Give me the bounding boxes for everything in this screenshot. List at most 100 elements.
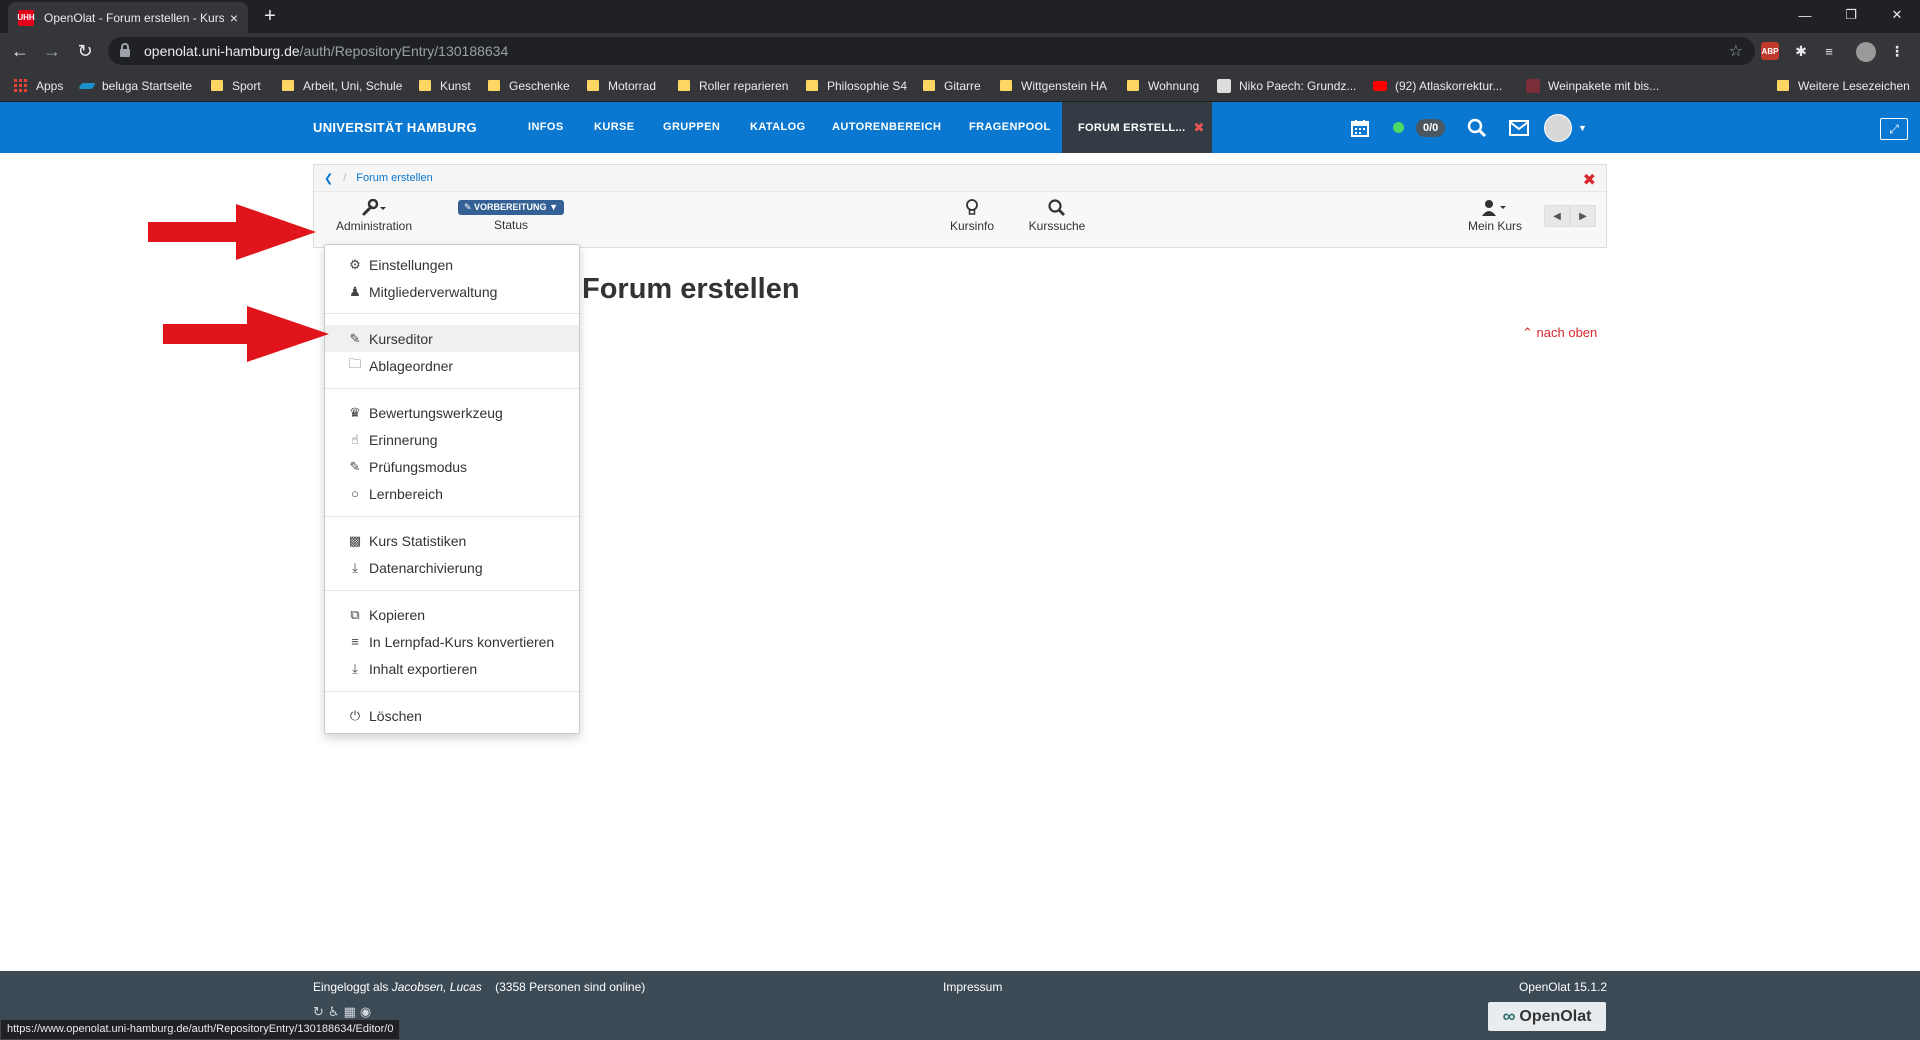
menu-divider: [325, 590, 579, 591]
bookmark-gitarre[interactable]: Gitarre: [923, 69, 981, 102]
close-course-icon[interactable]: ✖: [1583, 170, 1596, 190]
tab-forum-erstellen[interactable]: FORUM ERSTELL... ✖: [1062, 102, 1212, 153]
browser-toolbar: ← → ↻ openolat.uni-hamburg.de /auth/Repo…: [0, 33, 1920, 69]
bookmark-roller[interactable]: Roller reparieren: [678, 69, 788, 102]
menu-item-label: Kopieren: [369, 606, 426, 623]
fullscreen-icon[interactable]: ⤢: [1880, 118, 1908, 140]
menu-item-einstellungen[interactable]: ⚙ Einstellungen: [325, 251, 579, 278]
media-queue-icon[interactable]: ≡: [1820, 42, 1838, 60]
chat-counter[interactable]: 0/0: [1416, 102, 1446, 153]
browser-tab[interactable]: UHH OpenOlat - Forum erstellen - Kurs ×: [8, 2, 248, 33]
adblock-icon[interactable]: ABP: [1761, 42, 1779, 60]
menu-item-loeschen[interactable]: ⏻ Löschen: [325, 702, 579, 729]
bookmark-philosophie[interactable]: Philosophie S4: [806, 69, 907, 102]
bookmark-niko-paech[interactable]: Niko Paech: Grundz...: [1217, 69, 1356, 102]
bookmark-wohnung[interactable]: Wohnung: [1127, 69, 1199, 102]
menu-item-ablageordner[interactable]: 🗀 Ablageordner: [325, 352, 579, 379]
breadcrumb: ❮ / Forum erstellen ✖: [314, 165, 1606, 192]
kursinfo-label: Kursinfo: [949, 219, 995, 233]
previous-icon[interactable]: ◀: [1544, 205, 1570, 227]
close-tab-icon[interactable]: ✖: [1193, 120, 1204, 136]
impressum-link[interactable]: Impressum: [943, 980, 1002, 994]
menu-item-kurs-statistiken[interactable]: ▩ Kurs Statistiken: [325, 527, 579, 554]
nav-gruppen[interactable]: GRUPPEN: [663, 102, 720, 153]
chevron-up-icon: ⌃: [1522, 325, 1533, 340]
bookmark-atlaskorrektur[interactable]: (92) Atlaskorrektur...: [1373, 69, 1502, 102]
restore-icon[interactable]: ❐: [1828, 0, 1874, 30]
nav-fragenpool[interactable]: FRAGENPOOL: [969, 102, 1051, 153]
forward-icon[interactable]: →: [40, 39, 64, 63]
menu-item-inhalt-exportieren[interactable]: ⤓ Inhalt exportieren: [325, 655, 579, 682]
next-icon[interactable]: ▶: [1570, 205, 1596, 227]
menu-item-bewertungswerkzeug[interactable]: ♛ Bewertungswerkzeug: [325, 399, 579, 426]
folder-icon: [678, 80, 690, 91]
menu-item-mitgliederverwaltung[interactable]: ♟ Mitgliederverwaltung: [325, 278, 579, 305]
user-name[interactable]: Jacobsen, Lucas: [392, 980, 482, 994]
qr-icon[interactable]: ▦: [344, 1004, 360, 1019]
menu-item-datenarchivierung[interactable]: ⤓ Datenarchivierung: [325, 554, 579, 581]
to-top-link[interactable]: ⌃ nach oben: [1522, 325, 1597, 341]
nav-kurse[interactable]: KURSE: [594, 102, 635, 153]
menu-item-pruefungsmodus[interactable]: ✎ Prüfungsmodus: [325, 453, 579, 480]
accessibility-icon[interactable]: ♿: [328, 1004, 344, 1019]
profile-avatar-icon[interactable]: [1856, 42, 1876, 62]
back-icon[interactable]: ←: [8, 39, 32, 63]
search-icon[interactable]: [1467, 102, 1487, 153]
online-count[interactable]: (3358 Personen sind online): [495, 980, 645, 994]
bookmark-apps[interactable]: Apps: [14, 69, 63, 102]
mein-kurs-button[interactable]: Mein Kurs: [1460, 197, 1530, 233]
bookmark-weinpakete[interactable]: Weinpakete mit bis...: [1526, 69, 1659, 102]
kurssuche-button[interactable]: Kurssuche: [1019, 197, 1095, 233]
wrench-icon: [361, 197, 387, 219]
bookmark-arbeit[interactable]: Arbeit, Uni, Schule: [282, 69, 402, 102]
bookmark-wittgenstein[interactable]: Wittgenstein HA: [1000, 69, 1107, 102]
menu-item-kurseditor[interactable]: ✎ Kurseditor: [325, 325, 579, 352]
bookmark-weitere[interactable]: Weitere Lesezeichen: [1777, 69, 1910, 102]
folder-icon: [211, 80, 223, 91]
openolat-logo[interactable]: ∞ OpenOlat: [1488, 1002, 1606, 1031]
bookmarks-bar: Apps beluga Startseite Sport Arbeit, Uni…: [0, 69, 1920, 102]
address-bar[interactable]: openolat.uni-hamburg.de /auth/Repository…: [108, 37, 1755, 65]
bookmark-motorrad[interactable]: Motorrad: [587, 69, 656, 102]
minimize-icon[interactable]: —: [1782, 0, 1828, 30]
breadcrumb-course-link[interactable]: Forum erstellen: [356, 172, 432, 184]
bookmark-beluga[interactable]: beluga Startseite: [78, 69, 192, 102]
annotation-arrow-icon: [148, 204, 316, 260]
tab-close-icon[interactable]: ×: [230, 10, 238, 26]
menu-item-label: Mitgliederverwaltung: [369, 283, 498, 300]
kursinfo-button[interactable]: Kursinfo: [942, 197, 1002, 233]
menu-item-lernpfad-konvertieren[interactable]: ≡ In Lernpfad-Kurs konvertieren: [325, 628, 579, 655]
window-close-icon[interactable]: ✕: [1874, 0, 1920, 30]
back-chevron-icon[interactable]: ❮: [324, 172, 333, 185]
bookmark-star-icon[interactable]: ☆: [1729, 41, 1743, 61]
brand-logo[interactable]: UNIVERSITÄT HAMBURG: [313, 102, 477, 153]
menu-item-kopieren[interactable]: ⧉ Kopieren: [325, 601, 579, 628]
bookmark-geschenke[interactable]: Geschenke: [488, 69, 570, 102]
bookmark-kunst[interactable]: Kunst: [419, 69, 471, 102]
bookmark-label: Arbeit, Uni, Schule: [303, 78, 403, 93]
menu-item-lernbereich[interactable]: ○ Lernbereich: [325, 480, 579, 507]
reload-icon[interactable]: ↻: [73, 39, 97, 63]
bookmark-label: Weitere Lesezeichen: [1798, 78, 1910, 93]
new-tab-icon[interactable]: +: [258, 4, 282, 28]
user-avatar[interactable]: ▼: [1544, 102, 1587, 153]
browser-menu-icon[interactable]: ⋮: [1888, 42, 1906, 60]
help-icon[interactable]: ◉: [360, 1004, 375, 1019]
chevron-down-icon: ▼: [1578, 122, 1587, 133]
nav-katalog[interactable]: KATALOG: [750, 102, 806, 153]
online-status-icon[interactable]: [1393, 102, 1404, 153]
bookmark-sport[interactable]: Sport: [211, 69, 261, 102]
hand-pointer-icon: ☝: [351, 431, 359, 447]
nav-infos[interactable]: INFOS: [528, 102, 564, 153]
copy-icon: ⧉: [350, 606, 360, 622]
administration-button[interactable]: Administration: [328, 197, 420, 233]
refresh-icon[interactable]: ↻: [313, 1004, 328, 1019]
folder-icon: 🗀: [348, 355, 362, 371]
extensions-icon[interactable]: ✱: [1792, 42, 1810, 60]
mail-icon[interactable]: [1509, 102, 1529, 153]
active-tab-label: FORUM ERSTELL...: [1078, 121, 1186, 134]
nav-autorenbereich[interactable]: AUTORENBEREICH: [832, 102, 941, 153]
menu-item-erinnerung[interactable]: ☝ Erinnerung: [325, 426, 579, 453]
status-button[interactable]: ✎ VORBEREITUNG ▼ Status: [446, 197, 576, 232]
calendar-icon[interactable]: [1350, 102, 1370, 153]
